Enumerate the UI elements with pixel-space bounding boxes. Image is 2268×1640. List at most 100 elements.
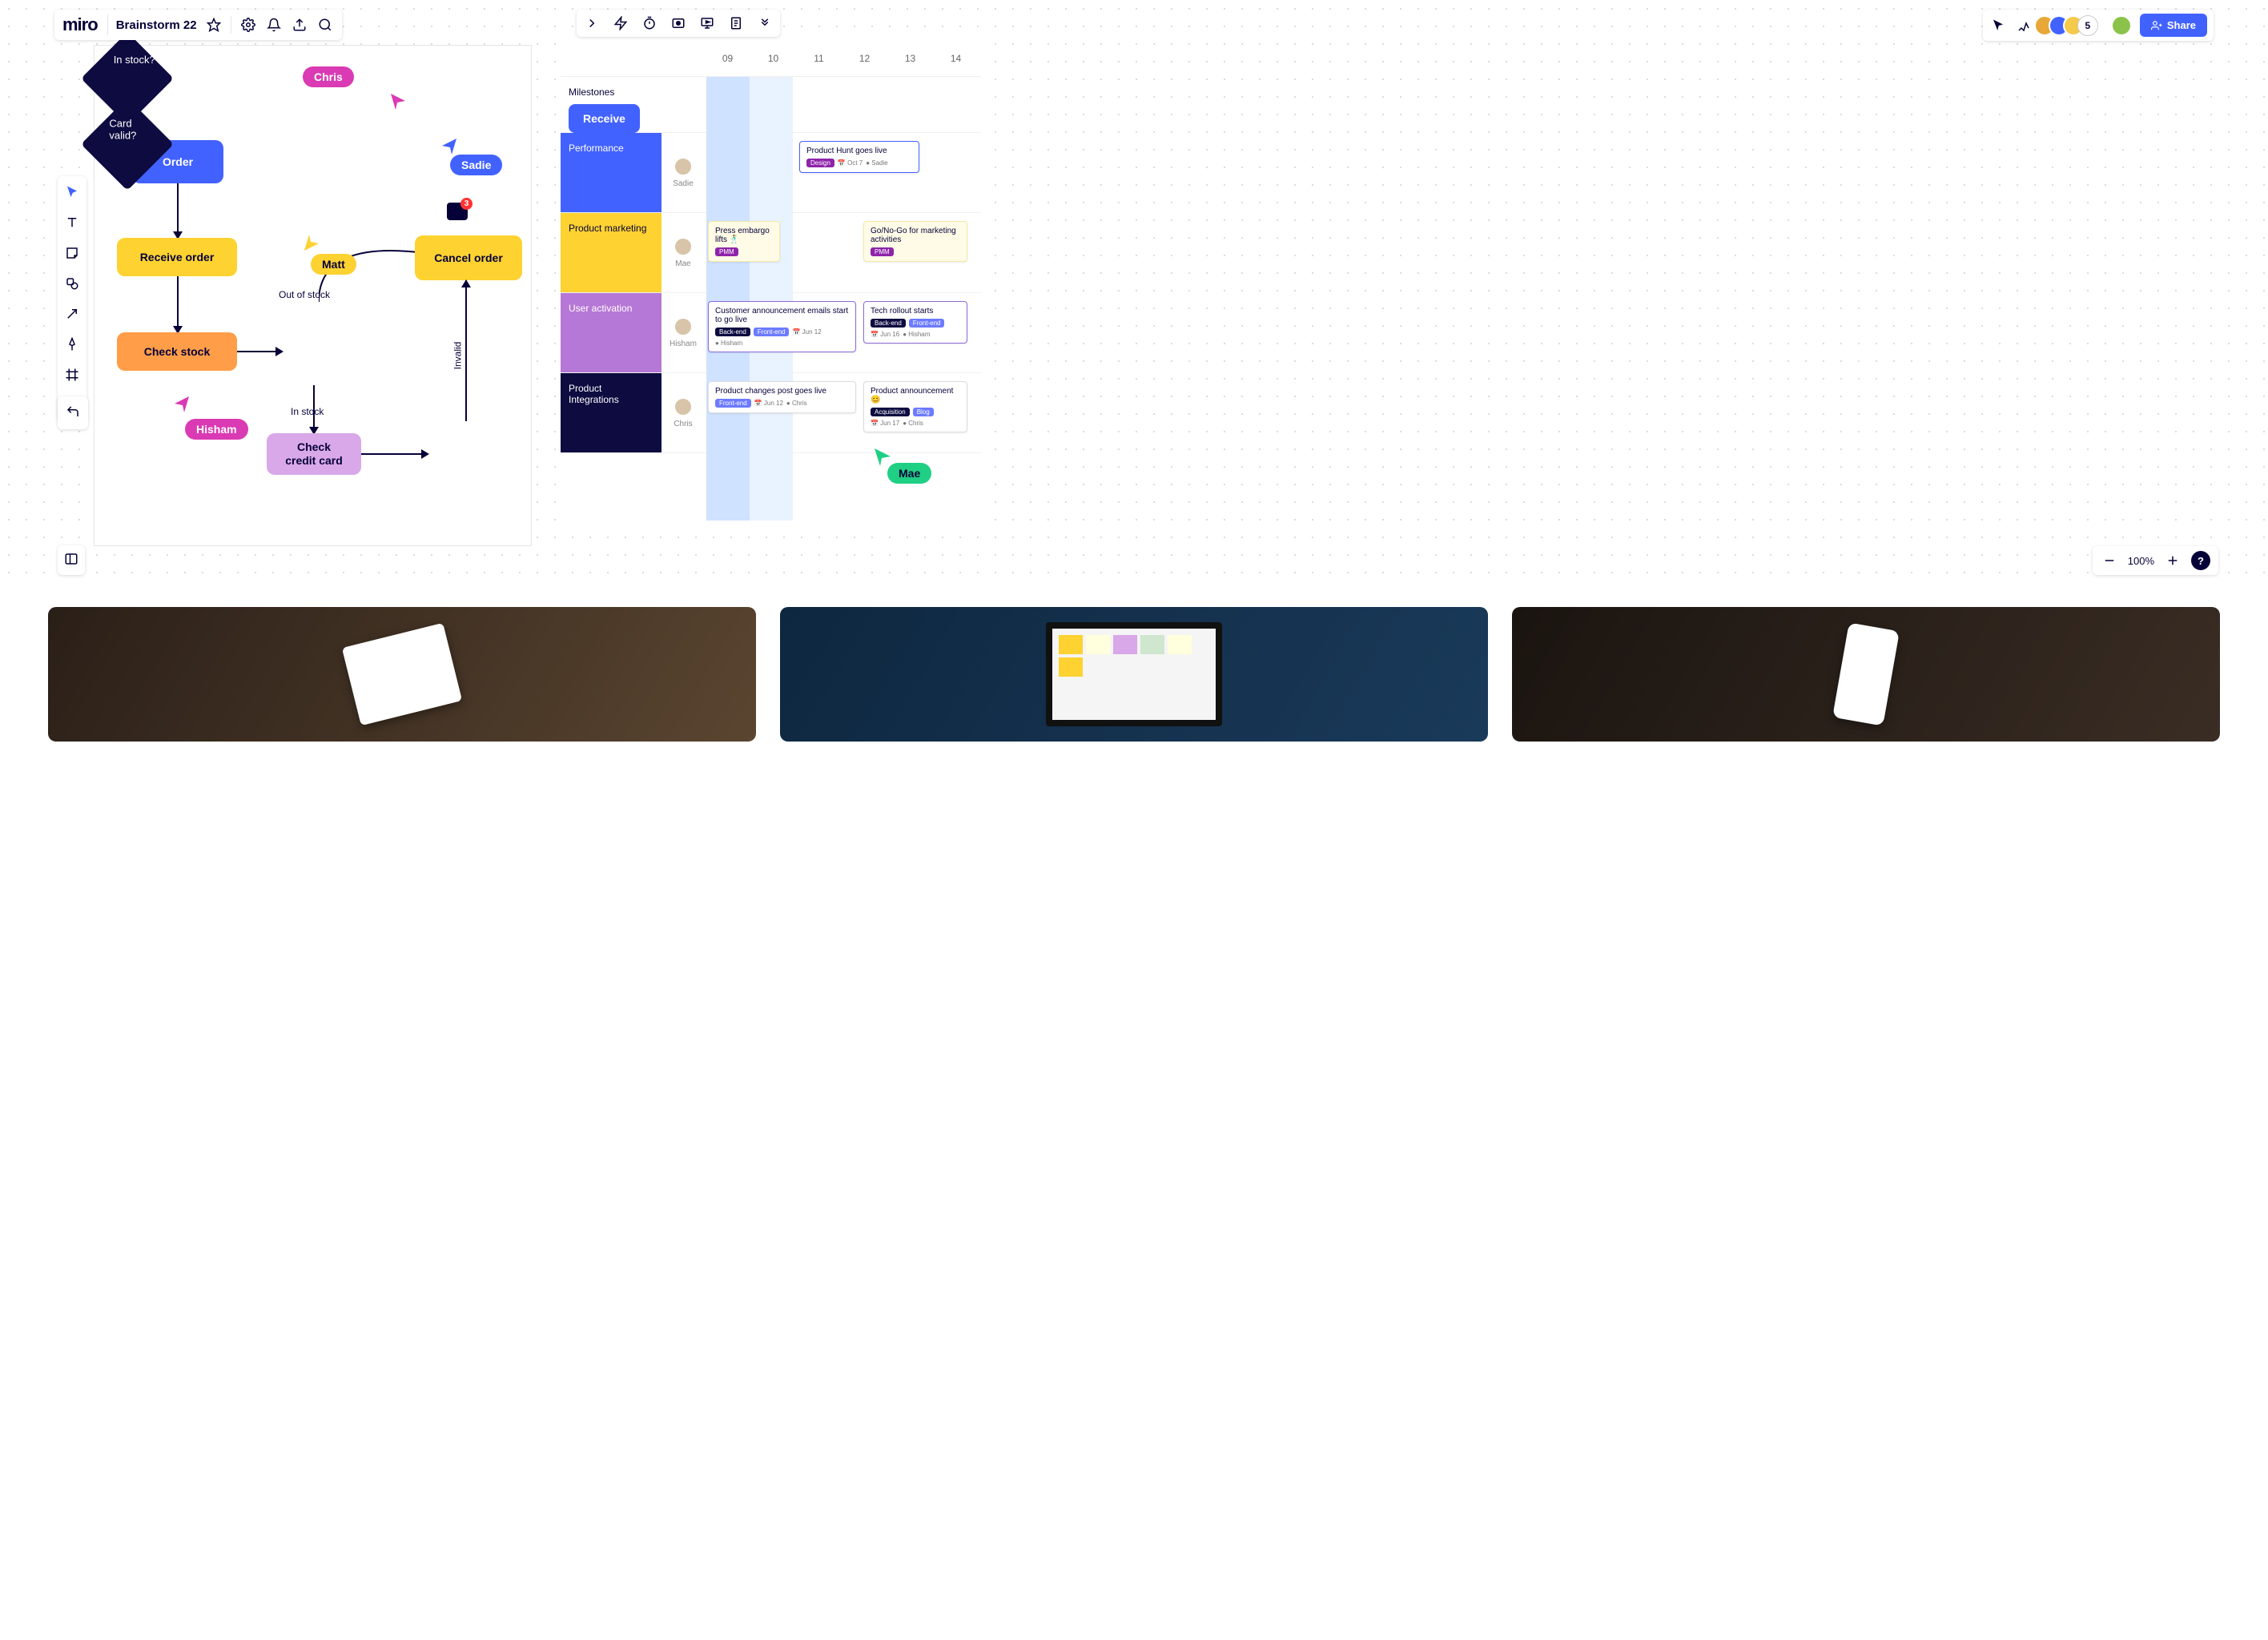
timeline-row[interactable]: PerformanceSadieProduct Hunt goes liveDe…: [561, 133, 981, 213]
swimlane-label: Performance: [561, 133, 662, 212]
arrow-tool-icon[interactable]: [62, 304, 82, 324]
receive-milestone-pill[interactable]: Receive: [569, 104, 640, 133]
date-col-header: 12: [842, 53, 887, 64]
cursor-label-mae: Mae: [887, 463, 931, 484]
shape-tool-icon[interactable]: [62, 274, 82, 293]
card-tag: PMM: [715, 247, 738, 256]
cursor-label-chris: Chris: [303, 66, 354, 87]
timeline-card[interactable]: Product announcement 😊AcquisitionBlog📅 J…: [863, 381, 967, 432]
select-tool-icon[interactable]: [62, 183, 82, 202]
timeline-card[interactable]: Customer announcement emails start to go…: [708, 301, 856, 352]
date-col-header: 13: [887, 53, 933, 64]
undo-icon[interactable]: [64, 403, 82, 420]
edge: [361, 453, 426, 455]
record-icon[interactable]: [670, 14, 687, 32]
more-chevron-icon[interactable]: [756, 14, 774, 32]
card-tag: Front-end: [754, 328, 790, 336]
node-check-credit-card[interactable]: Check credit card: [267, 433, 361, 475]
sticky-tool-icon[interactable]: [62, 243, 82, 263]
zoom-in-icon[interactable]: [2164, 552, 2182, 569]
present-icon[interactable]: [698, 14, 716, 32]
card-tag: Front-end: [909, 319, 945, 328]
star-icon[interactable]: [205, 16, 223, 34]
sidebar-panel-icon: [62, 550, 80, 568]
swimlane-owner: Hisham: [662, 293, 705, 372]
collaboration-toolbar: [577, 10, 780, 37]
card-title: Tech rollout starts: [871, 307, 960, 316]
settings-icon[interactable]: [239, 16, 257, 34]
flowchart-frame[interactable]: Order Receive order Check stock In stock…: [94, 45, 532, 546]
reactions-icon[interactable]: [2015, 17, 2033, 34]
cursor-icon: [304, 235, 320, 251]
card-title: Product changes post goes live: [715, 387, 849, 396]
notes-icon[interactable]: [727, 14, 745, 32]
swimlane-content[interactable]: Customer announcement emails start to go…: [705, 293, 981, 372]
cursor-label-sadie: Sadie: [450, 155, 502, 175]
timeline-row[interactable]: User activationHishamCustomer announceme…: [561, 293, 981, 373]
swimlane-owner: Chris: [662, 373, 705, 452]
card-meta: Front-end📅 Jun 12● Chris: [715, 399, 849, 408]
swimlane-label: Product marketing: [561, 213, 662, 292]
pen-tool-icon[interactable]: [62, 335, 82, 354]
swimlane-content[interactable]: Product Hunt goes live Design📅 Oct 7● Sad…: [705, 133, 981, 212]
help-button[interactable]: ?: [2191, 551, 2210, 570]
timeline-header: 09 10 11 12 13 14: [561, 40, 981, 77]
panel-toggle-button[interactable]: [58, 545, 85, 575]
card-meta: Design📅 Oct 7● Sadie: [806, 159, 912, 167]
arrowhead-icon: [461, 279, 471, 287]
timeline-card[interactable]: Tech rollout starts Back-endFront-end📅 Ju…: [863, 301, 967, 344]
date-col-header: 11: [796, 53, 842, 64]
swimlane-owner: Mae: [662, 213, 705, 292]
chevron-right-icon[interactable]: [583, 14, 601, 32]
node-check-stock[interactable]: Check stock: [117, 332, 237, 371]
undo-bar: [58, 396, 88, 429]
zoom-level[interactable]: 100%: [2128, 555, 2154, 567]
card-meta: PMM: [715, 247, 773, 256]
edge: [177, 183, 179, 236]
creation-toolbar: [58, 176, 86, 421]
timeline-frame[interactable]: 09 10 11 12 13 14 Milestones Receive Per…: [561, 40, 981, 521]
card-tag: Blog: [913, 408, 934, 416]
arrowhead-icon: [275, 347, 284, 356]
card-meta: Back-endFront-end📅 Jun 16● Hisham: [871, 319, 960, 338]
collaborator-avatars[interactable]: 5: [2041, 15, 2098, 36]
swimlane-content[interactable]: Press embargo lifts 🕺PMMGo/No-Go for mar…: [705, 213, 981, 292]
node-receive-order[interactable]: Receive order: [117, 238, 237, 276]
timeline-card[interactable]: Product Hunt goes live Design📅 Oct 7● Sad…: [799, 141, 919, 173]
presence-bar: 5 Share: [1983, 10, 2214, 41]
edge: [465, 280, 467, 421]
marketing-image-tv: [780, 607, 1488, 742]
share-button[interactable]: Share: [2140, 14, 2207, 37]
swimlane-content[interactable]: Product changes post goes live Front-end📅…: [705, 373, 981, 452]
cursor-icon: [391, 94, 407, 110]
timeline-row[interactable]: Product IntegrationsChrisProduct changes…: [561, 373, 981, 453]
card-title: Press embargo lifts 🕺: [715, 227, 773, 244]
avatar-overflow-count[interactable]: 5: [2077, 15, 2098, 36]
edge-label-invalid: Invalid: [452, 342, 463, 370]
card-tag: Back-end: [871, 319, 906, 328]
timer-icon[interactable]: [641, 14, 658, 32]
canvas-area[interactable]: miro Brainstorm 22 5 Share: [0, 0, 2268, 585]
board-name[interactable]: Brainstorm 22: [116, 18, 197, 32]
board-header-bar: miro Brainstorm 22: [54, 10, 342, 40]
search-icon[interactable]: [316, 16, 334, 34]
card-title: Product announcement 😊: [871, 387, 960, 404]
timeline-card[interactable]: Go/No-Go for marketing activitiesPMM: [863, 221, 967, 262]
frame-tool-icon[interactable]: [62, 365, 82, 384]
text-tool-icon[interactable]: [62, 213, 82, 232]
current-user-avatar[interactable]: [2111, 15, 2132, 36]
card-tag: Acquisition: [871, 408, 910, 416]
card-title: Product Hunt goes live: [806, 147, 912, 155]
timeline-row[interactable]: Product marketingMaePress embargo lifts …: [561, 213, 981, 293]
date-col-header: 10: [750, 53, 796, 64]
node-cancel-order[interactable]: Cancel order: [415, 235, 522, 280]
export-icon[interactable]: [291, 16, 308, 34]
cursor-filled-icon[interactable]: [1989, 17, 2007, 34]
timeline-card[interactable]: Press embargo lifts 🕺 PMM: [708, 221, 780, 262]
comment-thread-icon[interactable]: 3: [447, 203, 468, 220]
bolt-icon[interactable]: [612, 14, 629, 32]
zoom-out-icon[interactable]: [2101, 552, 2118, 569]
card-tag: PMM: [871, 247, 894, 256]
bell-icon[interactable]: [265, 16, 283, 34]
timeline-card[interactable]: Product changes post goes live Front-end📅…: [708, 381, 856, 413]
